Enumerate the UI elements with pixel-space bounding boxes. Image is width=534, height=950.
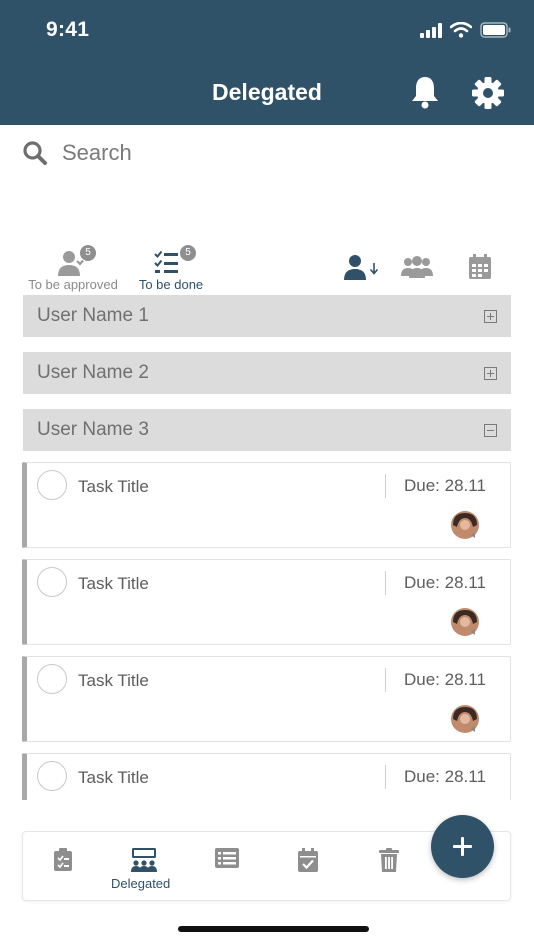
group-name: User Name 2 — [37, 362, 149, 383]
approved-count-badge: 5 — [79, 244, 97, 262]
cellular-signal-icon — [420, 22, 442, 38]
task-title: Task Title — [78, 574, 149, 593]
group-name: User Name 1 — [37, 305, 149, 326]
sort-by-user-icon[interactable] — [343, 254, 381, 282]
group-row-user-3[interactable]: User Name 3 — [23, 409, 511, 451]
wifi-icon — [450, 22, 472, 38]
group-users-icon[interactable] — [401, 256, 433, 280]
task-due-date: Due: 28.11 — [404, 670, 486, 689]
task-due-date: Due: 28.11 — [404, 476, 486, 495]
done-count-badge: 5 — [179, 244, 197, 262]
task-complete-checkbox[interactable] — [37, 664, 67, 694]
expand-icon[interactable] — [484, 366, 497, 380]
nav-label-delegated: Delegated — [111, 876, 171, 891]
list-icon[interactable] — [215, 848, 239, 868]
task-card[interactable]: Task Title Due: 28.11 — [22, 753, 511, 800]
assignee-avatar — [451, 608, 479, 636]
collapse-icon[interactable] — [484, 423, 497, 437]
assignee-avatar — [451, 705, 479, 733]
add-task-button[interactable] — [431, 815, 494, 878]
task-title: Task Title — [78, 768, 149, 787]
status-time: 9:41 — [46, 18, 90, 41]
status-icons — [420, 22, 512, 38]
tab-to-be-approved[interactable]: 5 To be approved — [26, 244, 120, 292]
gear-icon[interactable] — [471, 76, 505, 110]
task-complete-checkbox[interactable] — [37, 761, 67, 791]
search-icon — [23, 141, 47, 165]
assignee-avatar — [451, 511, 479, 539]
divider — [385, 474, 386, 498]
group-row-user-2[interactable]: User Name 2 — [23, 352, 511, 394]
task-complete-checkbox[interactable] — [37, 567, 67, 597]
task-complete-checkbox[interactable] — [37, 470, 67, 500]
task-title: Task Title — [78, 671, 149, 690]
expand-icon[interactable] — [484, 309, 497, 323]
task-card[interactable]: Task Title Due: 28.11 — [22, 559, 511, 645]
calendar-check-icon[interactable] — [297, 848, 319, 872]
home-indicator — [178, 926, 369, 932]
task-title: Task Title — [78, 477, 149, 496]
task-due-date: Due: 28.11 — [404, 573, 486, 592]
clipboard-icon[interactable] — [53, 848, 73, 872]
search-bar[interactable]: Search — [22, 140, 132, 166]
delegated-icon[interactable] — [130, 848, 158, 872]
task-card[interactable]: Task Title Due: 28.11 — [22, 656, 511, 742]
task-list: Task Title Due: 28.11 Task Title Due: 28… — [22, 462, 513, 800]
tab-to-be-done[interactable]: 5 To be done — [136, 244, 206, 292]
battery-icon — [480, 22, 511, 38]
group-name: User Name 3 — [37, 419, 149, 440]
tab-label: To be done — [138, 277, 204, 292]
page-title: Delegated — [212, 79, 322, 105]
calendar-icon[interactable] — [468, 254, 492, 280]
tab-label: To be approved — [28, 277, 118, 292]
divider — [385, 765, 386, 789]
divider — [385, 571, 386, 595]
task-card[interactable]: Task Title Due: 28.11 — [22, 462, 511, 548]
app-header: 9:41 Delegated — [0, 0, 534, 125]
divider — [385, 668, 386, 692]
group-row-user-1[interactable]: User Name 1 — [23, 295, 511, 337]
trash-icon[interactable] — [379, 848, 399, 872]
search-input[interactable]: Search — [62, 140, 132, 166]
task-due-date: Due: 28.11 — [404, 767, 486, 786]
bell-icon[interactable] — [409, 74, 441, 110]
